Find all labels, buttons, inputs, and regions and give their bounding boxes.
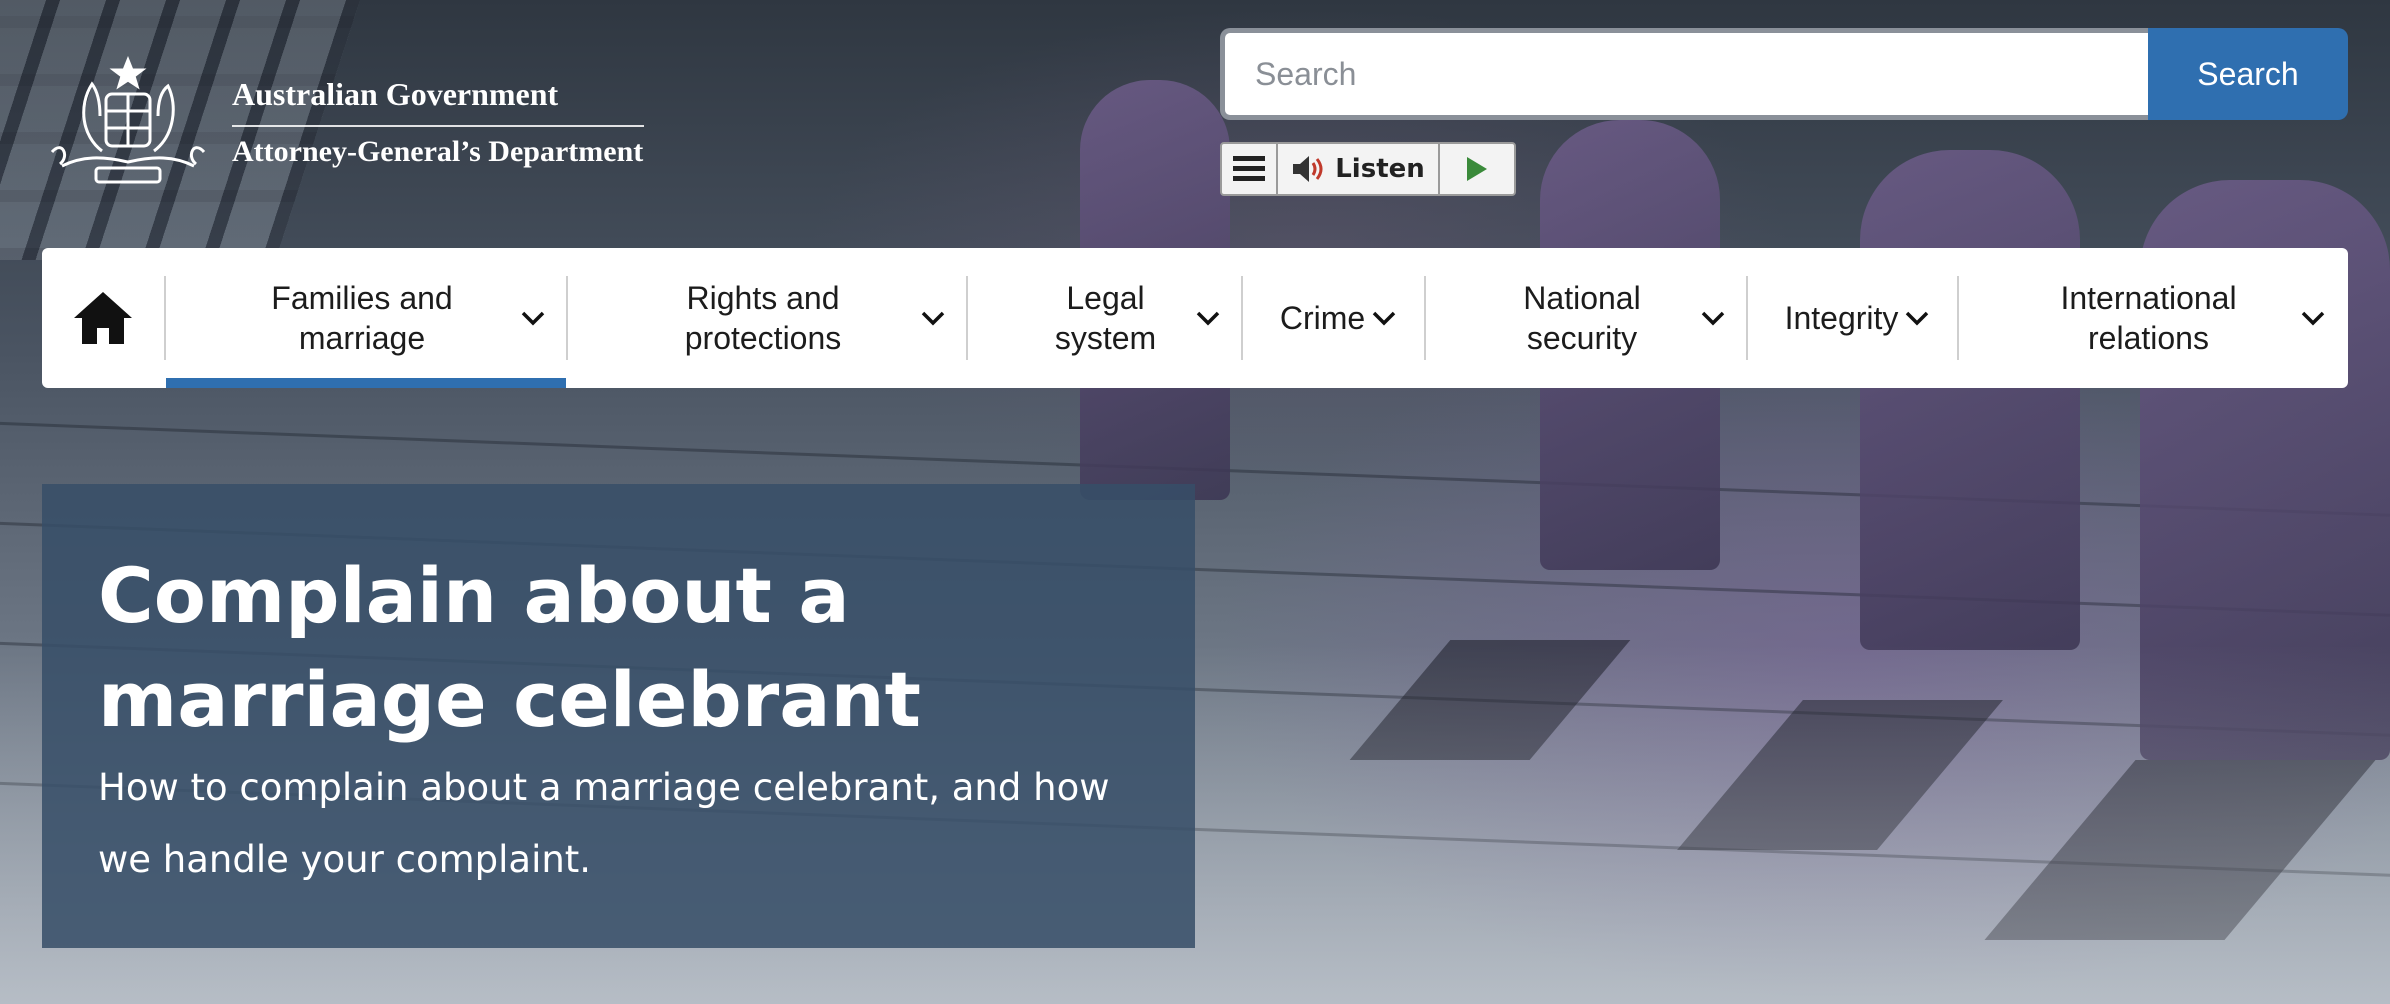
- brand-government-name: Australian Government: [232, 76, 644, 127]
- speaker-icon: [1293, 156, 1323, 182]
- nav-item-integrity[interactable]: Integrity: [1748, 248, 1957, 388]
- nav-item-label: Rights and protections: [684, 280, 842, 356]
- nav-item-national-security[interactable]: National security: [1426, 248, 1746, 388]
- nav-item-legal-system[interactable]: Legal system: [968, 248, 1241, 388]
- search-form: Search: [1220, 28, 2348, 120]
- listen-label: Listen: [1335, 154, 1425, 184]
- nav-item-label: Integrity: [1784, 300, 1899, 336]
- search-button[interactable]: Search: [2148, 28, 2348, 120]
- nav-item-international-relations[interactable]: International relations: [1959, 248, 2346, 388]
- chevron-down-icon: [921, 311, 945, 326]
- chevron-down-icon: [521, 311, 545, 326]
- chevron-down-icon: [1196, 311, 1220, 326]
- page-title: Complain about a marriage celebrant: [98, 551, 921, 744]
- nav-item-label: International relations: [2060, 280, 2237, 356]
- play-icon: [1467, 157, 1487, 181]
- listen-button[interactable]: Listen: [1278, 144, 1440, 194]
- chevron-down-icon: [1906, 311, 1929, 326]
- coat-of-arms-icon: [50, 56, 206, 184]
- menu-icon: [1233, 156, 1265, 181]
- search-input[interactable]: [1220, 28, 2148, 120]
- chevron-down-icon: [2301, 311, 2325, 326]
- nav-item-label: National security: [1523, 280, 1641, 356]
- listen-menu-button[interactable]: [1222, 144, 1278, 194]
- chevron-down-icon: [1701, 311, 1725, 326]
- nav-item-label: Legal system: [1054, 280, 1157, 356]
- home-button[interactable]: [42, 248, 164, 388]
- main-navigation: Families and marriage Rights and protect…: [42, 248, 2348, 388]
- play-button[interactable]: [1440, 144, 1514, 194]
- nav-item-crime[interactable]: Crime: [1243, 248, 1424, 388]
- nav-item-label: Families and marriage: [271, 280, 453, 356]
- brand-logo[interactable]: Australian Government Attorney-General’s…: [42, 56, 644, 188]
- brand-department-name: Attorney-General’s Department: [232, 134, 644, 168]
- page-subtitle: How to complain about a marriage celebra…: [98, 766, 1110, 881]
- chevron-down-icon: [1372, 311, 1396, 326]
- hero-banner: Complain about a marriage celebrant How …: [42, 484, 1195, 948]
- nav-item-rights-and-protections[interactable]: Rights and protections: [568, 248, 966, 388]
- nav-item-families-and-marriage[interactable]: Families and marriage: [166, 248, 566, 388]
- paper-figure: [1860, 150, 2080, 650]
- readspeaker-toolbar: Listen: [1220, 142, 1516, 196]
- home-icon: [74, 292, 132, 344]
- nav-item-label: Crime: [1279, 300, 1366, 336]
